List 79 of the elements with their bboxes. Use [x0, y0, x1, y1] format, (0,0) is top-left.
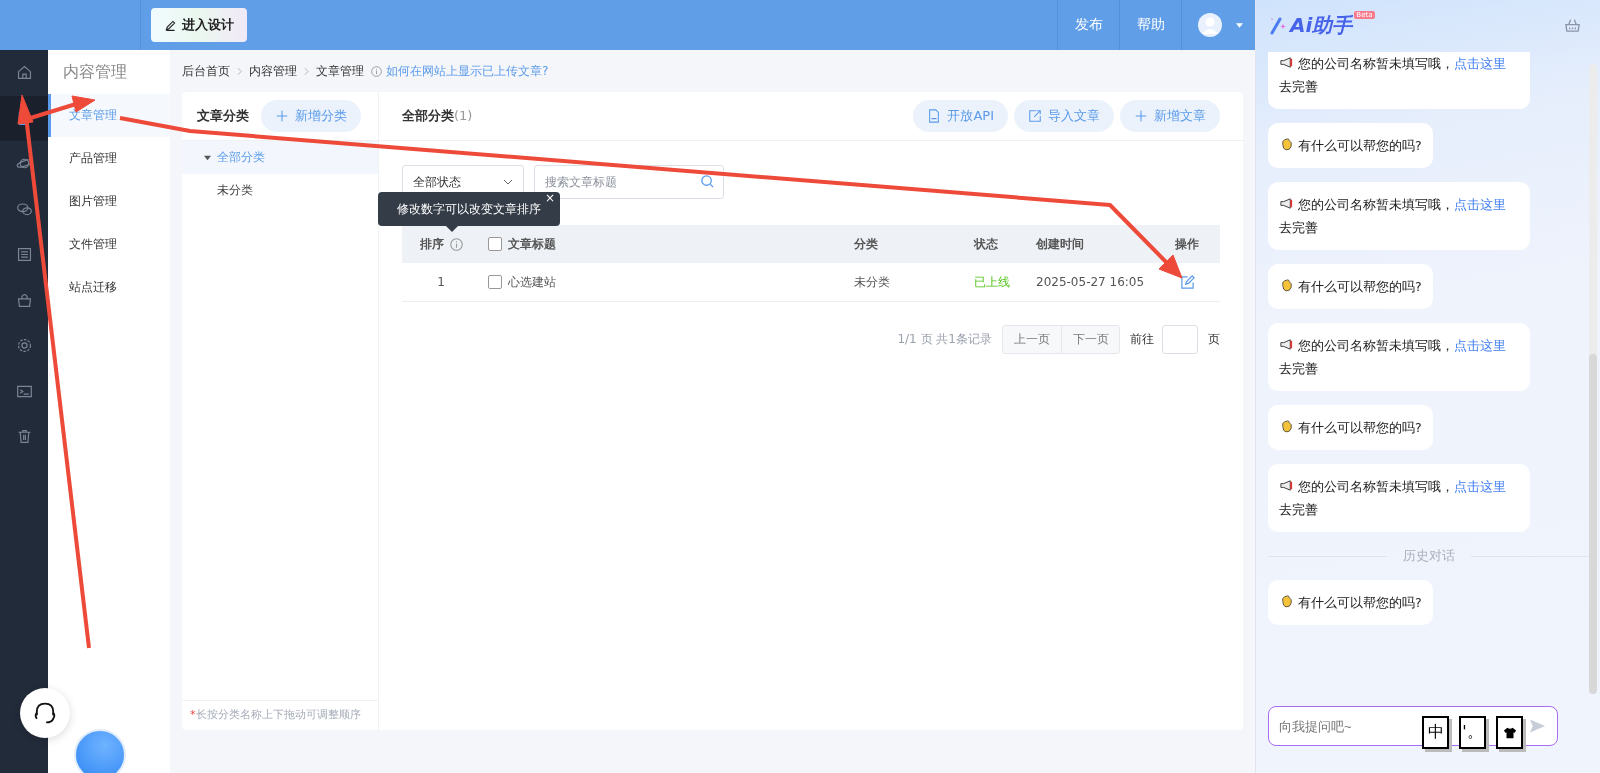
- column-header: 创建时间: [1036, 235, 1084, 253]
- table-cell: 2025-05-27 16:05: [1036, 275, 1145, 289]
- breadcrumb-link[interactable]: 内容管理: [249, 62, 297, 80]
- breadcrumb-link[interactable]: 后台首页: [182, 62, 230, 80]
- scrollbar-thumb[interactable]: [1589, 354, 1597, 694]
- assistant-title: Ai助手: [1290, 11, 1353, 39]
- tree-item[interactable]: 全部分类: [182, 141, 378, 174]
- chat-message: 您的公司名称暂未填写哦，点击这里 去完善: [1268, 464, 1530, 532]
- checkbox[interactable]: [488, 237, 502, 251]
- prev-page-button[interactable]: 上一页: [1003, 326, 1061, 353]
- tooltip-text: 修改数字可以改变文章排序: [397, 200, 541, 218]
- sidebar-item[interactable]: 站点迁移: [48, 266, 170, 309]
- info-icon: [371, 65, 382, 77]
- add-button[interactable]: 新增文章: [1120, 100, 1220, 132]
- ime-key[interactable]: 中: [1422, 716, 1449, 749]
- complete-link[interactable]: 点击这里: [1454, 197, 1506, 212]
- plus-icon: [1134, 109, 1148, 123]
- api-button[interactable]: 开放API: [913, 100, 1008, 132]
- chevron-icon: [237, 66, 242, 76]
- wand-icon: [1268, 15, 1288, 35]
- divider-label: 历史对话: [1402, 547, 1455, 565]
- megaphone-icon: [1279, 337, 1294, 352]
- complete-link[interactable]: 点击这里: [1454, 338, 1506, 353]
- next-page-button[interactable]: 下一页: [1061, 326, 1119, 353]
- chat-message: 您的公司名称暂未填写哦，点击这里 去完善: [1268, 323, 1530, 391]
- add-category-button[interactable]: 新增分类: [261, 100, 361, 132]
- sidebar-item[interactable]: 图片管理: [48, 180, 170, 223]
- share-icon: [1028, 109, 1042, 123]
- sidebar-item[interactable]: 产品管理: [48, 137, 170, 180]
- caret-icon[interactable]: [204, 154, 211, 161]
- avatar-icon[interactable]: [1198, 13, 1222, 37]
- chat-message: 您的公司名称暂未填写哦，点击这里 去完善: [1268, 52, 1530, 109]
- nav-link[interactable]: 发布: [1057, 0, 1119, 50]
- page-input[interactable]: [1162, 325, 1198, 354]
- file-icon: [927, 109, 942, 123]
- megaphone-icon: [1279, 478, 1294, 493]
- edit-icon[interactable]: [1179, 274, 1195, 290]
- megaphone-icon: [1279, 196, 1294, 211]
- sidebar-item[interactable]: 文章管理: [48, 94, 170, 137]
- ime-key[interactable]: '。: [1459, 716, 1486, 749]
- column-header: 分类: [854, 235, 878, 253]
- column-header: 操作: [1175, 235, 1199, 253]
- design-button[interactable]: 进入设计: [151, 8, 247, 42]
- column-header: 排序: [419, 235, 444, 253]
- sidebar-item[interactable]: 文件管理: [48, 223, 170, 266]
- pen-icon: [164, 18, 177, 32]
- sidebar-title: 内容管理: [62, 61, 129, 83]
- order-number[interactable]: 1: [437, 275, 445, 289]
- status-text: 已上线: [974, 273, 1010, 291]
- search-icon[interactable]: [700, 174, 715, 189]
- column-header: 文章标题: [508, 235, 556, 253]
- chevron-icon: [304, 66, 309, 76]
- list-title: 全部分类(1): [402, 107, 473, 125]
- tree-item[interactable]: 未分类: [182, 174, 378, 207]
- chat-message: 有什么可以帮您的吗?: [1268, 264, 1433, 309]
- chat-message: 有什么可以帮您的吗?: [1268, 580, 1433, 625]
- help-link[interactable]: 如何在网站上显示已上传文章?: [386, 62, 549, 80]
- chat-message: 有什么可以帮您的吗?: [1268, 405, 1433, 450]
- complete-link[interactable]: 点击这里: [1454, 56, 1506, 71]
- import-button[interactable]: 导入文章: [1014, 100, 1114, 132]
- column-header: 状态: [974, 235, 998, 253]
- page-info: 1/1 页 共1条记录: [897, 331, 992, 348]
- info-icon: [449, 237, 463, 251]
- nav-link[interactable]: 帮助: [1119, 0, 1181, 50]
- checkbox[interactable]: [488, 275, 502, 289]
- table-cell: 未分类: [854, 273, 890, 291]
- panel-title: 文章分类: [197, 107, 249, 125]
- hint-text: *长按分类名称上下拖动可调整顺序: [182, 700, 378, 730]
- chevron-icon: [503, 179, 513, 185]
- chat-message: 有什么可以帮您的吗?: [1268, 123, 1433, 168]
- shirt-icon[interactable]: [1496, 716, 1523, 749]
- goto-label: 前往: [1130, 331, 1154, 348]
- breadcrumb-link[interactable]: 文章管理: [316, 62, 364, 80]
- complete-link[interactable]: 点击这里: [1454, 479, 1506, 494]
- page-label: 页: [1208, 331, 1220, 348]
- table-cell: 心选建站: [508, 273, 556, 291]
- plus-icon: [275, 109, 289, 123]
- chat-message: 您的公司名称暂未填写哦，点击这里 去完善: [1268, 182, 1530, 250]
- megaphone-icon: [1279, 55, 1294, 70]
